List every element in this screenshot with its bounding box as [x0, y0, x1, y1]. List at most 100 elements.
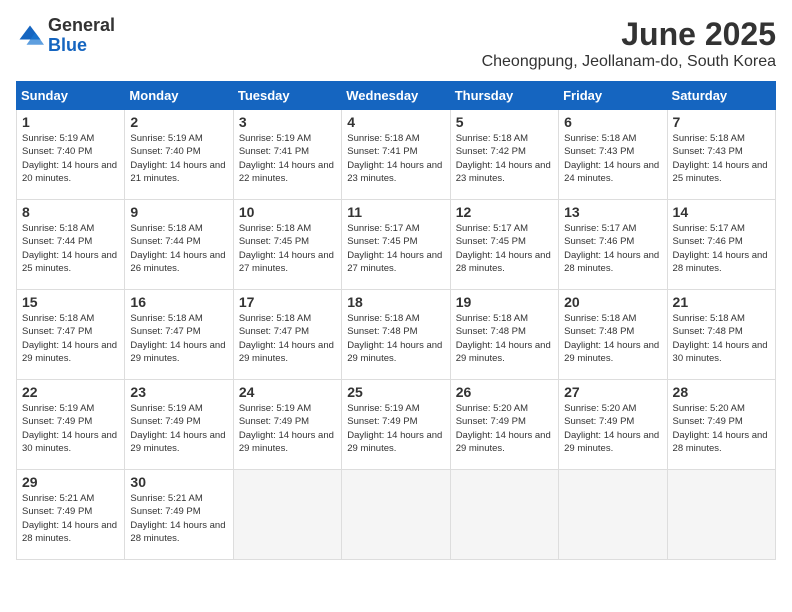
day-info: Sunrise: 5:18 AM Sunset: 7:43 PM Dayligh… [564, 132, 661, 185]
calendar-cell: 1 Sunrise: 5:19 AM Sunset: 7:40 PM Dayli… [17, 110, 125, 200]
day-info: Sunrise: 5:17 AM Sunset: 7:46 PM Dayligh… [673, 222, 770, 275]
calendar-cell: 19 Sunrise: 5:18 AM Sunset: 7:48 PM Dayl… [450, 290, 558, 380]
calendar-cell: 30 Sunrise: 5:21 AM Sunset: 7:49 PM Dayl… [125, 470, 233, 560]
day-number: 16 [130, 294, 227, 310]
day-info: Sunrise: 5:18 AM Sunset: 7:48 PM Dayligh… [456, 312, 553, 365]
day-number: 3 [239, 114, 336, 130]
calendar-cell: 18 Sunrise: 5:18 AM Sunset: 7:48 PM Dayl… [342, 290, 450, 380]
weekday-header-monday: Monday [125, 82, 233, 110]
day-info: Sunrise: 5:18 AM Sunset: 7:48 PM Dayligh… [564, 312, 661, 365]
calendar-cell: 10 Sunrise: 5:18 AM Sunset: 7:45 PM Dayl… [233, 200, 341, 290]
calendar-cell: 13 Sunrise: 5:17 AM Sunset: 7:46 PM Dayl… [559, 200, 667, 290]
day-info: Sunrise: 5:19 AM Sunset: 7:49 PM Dayligh… [239, 402, 336, 455]
calendar-week-row: 1 Sunrise: 5:19 AM Sunset: 7:40 PM Dayli… [17, 110, 776, 200]
day-info: Sunrise: 5:19 AM Sunset: 7:49 PM Dayligh… [130, 402, 227, 455]
day-info: Sunrise: 5:18 AM Sunset: 7:41 PM Dayligh… [347, 132, 444, 185]
logo-text: General Blue [48, 16, 115, 56]
calendar-cell [667, 470, 775, 560]
day-info: Sunrise: 5:17 AM Sunset: 7:46 PM Dayligh… [564, 222, 661, 275]
day-number: 24 [239, 384, 336, 400]
day-info: Sunrise: 5:18 AM Sunset: 7:42 PM Dayligh… [456, 132, 553, 185]
calendar-cell: 9 Sunrise: 5:18 AM Sunset: 7:44 PM Dayli… [125, 200, 233, 290]
calendar-cell: 16 Sunrise: 5:18 AM Sunset: 7:47 PM Dayl… [125, 290, 233, 380]
day-number: 6 [564, 114, 661, 130]
calendar-cell: 17 Sunrise: 5:18 AM Sunset: 7:47 PM Dayl… [233, 290, 341, 380]
calendar-cell: 29 Sunrise: 5:21 AM Sunset: 7:49 PM Dayl… [17, 470, 125, 560]
day-info: Sunrise: 5:20 AM Sunset: 7:49 PM Dayligh… [673, 402, 770, 455]
calendar-cell: 22 Sunrise: 5:19 AM Sunset: 7:49 PM Dayl… [17, 380, 125, 470]
calendar-cell: 20 Sunrise: 5:18 AM Sunset: 7:48 PM Dayl… [559, 290, 667, 380]
calendar-table: SundayMondayTuesdayWednesdayThursdayFrid… [16, 81, 776, 560]
day-info: Sunrise: 5:18 AM Sunset: 7:47 PM Dayligh… [22, 312, 119, 365]
day-number: 28 [673, 384, 770, 400]
calendar-cell: 14 Sunrise: 5:17 AM Sunset: 7:46 PM Dayl… [667, 200, 775, 290]
weekday-header-row: SundayMondayTuesdayWednesdayThursdayFrid… [17, 82, 776, 110]
calendar-cell: 15 Sunrise: 5:18 AM Sunset: 7:47 PM Dayl… [17, 290, 125, 380]
calendar-cell: 26 Sunrise: 5:20 AM Sunset: 7:49 PM Dayl… [450, 380, 558, 470]
day-number: 19 [456, 294, 553, 310]
day-number: 21 [673, 294, 770, 310]
day-number: 9 [130, 204, 227, 220]
day-info: Sunrise: 5:18 AM Sunset: 7:44 PM Dayligh… [22, 222, 119, 275]
calendar-cell: 7 Sunrise: 5:18 AM Sunset: 7:43 PM Dayli… [667, 110, 775, 200]
calendar-cell [559, 470, 667, 560]
day-info: Sunrise: 5:21 AM Sunset: 7:49 PM Dayligh… [22, 492, 119, 545]
calendar-week-row: 15 Sunrise: 5:18 AM Sunset: 7:47 PM Dayl… [17, 290, 776, 380]
calendar-cell: 4 Sunrise: 5:18 AM Sunset: 7:41 PM Dayli… [342, 110, 450, 200]
calendar-cell: 2 Sunrise: 5:19 AM Sunset: 7:40 PM Dayli… [125, 110, 233, 200]
day-number: 11 [347, 204, 444, 220]
weekday-header-tuesday: Tuesday [233, 82, 341, 110]
calendar-cell: 5 Sunrise: 5:18 AM Sunset: 7:42 PM Dayli… [450, 110, 558, 200]
day-number: 27 [564, 384, 661, 400]
day-number: 25 [347, 384, 444, 400]
day-number: 8 [22, 204, 119, 220]
calendar-cell [342, 470, 450, 560]
title-area: June 2025 Cheongpung, Jeollanam-do, Sout… [482, 16, 776, 71]
day-info: Sunrise: 5:19 AM Sunset: 7:40 PM Dayligh… [22, 132, 119, 185]
day-number: 10 [239, 204, 336, 220]
day-number: 14 [673, 204, 770, 220]
calendar-week-row: 8 Sunrise: 5:18 AM Sunset: 7:44 PM Dayli… [17, 200, 776, 290]
calendar-cell: 25 Sunrise: 5:19 AM Sunset: 7:49 PM Dayl… [342, 380, 450, 470]
day-info: Sunrise: 5:18 AM Sunset: 7:43 PM Dayligh… [673, 132, 770, 185]
day-info: Sunrise: 5:18 AM Sunset: 7:44 PM Dayligh… [130, 222, 227, 275]
day-info: Sunrise: 5:19 AM Sunset: 7:40 PM Dayligh… [130, 132, 227, 185]
calendar-cell: 23 Sunrise: 5:19 AM Sunset: 7:49 PM Dayl… [125, 380, 233, 470]
calendar-week-row: 22 Sunrise: 5:19 AM Sunset: 7:49 PM Dayl… [17, 380, 776, 470]
day-number: 22 [22, 384, 119, 400]
weekday-header-friday: Friday [559, 82, 667, 110]
day-info: Sunrise: 5:19 AM Sunset: 7:41 PM Dayligh… [239, 132, 336, 185]
day-info: Sunrise: 5:19 AM Sunset: 7:49 PM Dayligh… [347, 402, 444, 455]
month-title: June 2025 [482, 16, 776, 53]
weekday-header-saturday: Saturday [667, 82, 775, 110]
day-info: Sunrise: 5:21 AM Sunset: 7:49 PM Dayligh… [130, 492, 227, 545]
day-number: 15 [22, 294, 119, 310]
calendar-cell [233, 470, 341, 560]
day-info: Sunrise: 5:18 AM Sunset: 7:45 PM Dayligh… [239, 222, 336, 275]
calendar-cell: 27 Sunrise: 5:20 AM Sunset: 7:49 PM Dayl… [559, 380, 667, 470]
day-number: 20 [564, 294, 661, 310]
day-number: 18 [347, 294, 444, 310]
day-info: Sunrise: 5:18 AM Sunset: 7:47 PM Dayligh… [130, 312, 227, 365]
calendar-cell: 12 Sunrise: 5:17 AM Sunset: 7:45 PM Dayl… [450, 200, 558, 290]
day-number: 4 [347, 114, 444, 130]
calendar-week-row: 29 Sunrise: 5:21 AM Sunset: 7:49 PM Dayl… [17, 470, 776, 560]
day-info: Sunrise: 5:20 AM Sunset: 7:49 PM Dayligh… [456, 402, 553, 455]
day-number: 17 [239, 294, 336, 310]
calendar-cell: 6 Sunrise: 5:18 AM Sunset: 7:43 PM Dayli… [559, 110, 667, 200]
day-number: 1 [22, 114, 119, 130]
day-info: Sunrise: 5:18 AM Sunset: 7:48 PM Dayligh… [347, 312, 444, 365]
day-info: Sunrise: 5:18 AM Sunset: 7:47 PM Dayligh… [239, 312, 336, 365]
day-info: Sunrise: 5:18 AM Sunset: 7:48 PM Dayligh… [673, 312, 770, 365]
day-number: 26 [456, 384, 553, 400]
calendar-cell: 3 Sunrise: 5:19 AM Sunset: 7:41 PM Dayli… [233, 110, 341, 200]
weekday-header-sunday: Sunday [17, 82, 125, 110]
weekday-header-wednesday: Wednesday [342, 82, 450, 110]
day-number: 30 [130, 474, 227, 490]
day-number: 7 [673, 114, 770, 130]
page-header: General Blue June 2025 Cheongpung, Jeoll… [16, 16, 776, 71]
day-number: 13 [564, 204, 661, 220]
day-info: Sunrise: 5:20 AM Sunset: 7:49 PM Dayligh… [564, 402, 661, 455]
calendar-cell: 8 Sunrise: 5:18 AM Sunset: 7:44 PM Dayli… [17, 200, 125, 290]
calendar-cell: 28 Sunrise: 5:20 AM Sunset: 7:49 PM Dayl… [667, 380, 775, 470]
